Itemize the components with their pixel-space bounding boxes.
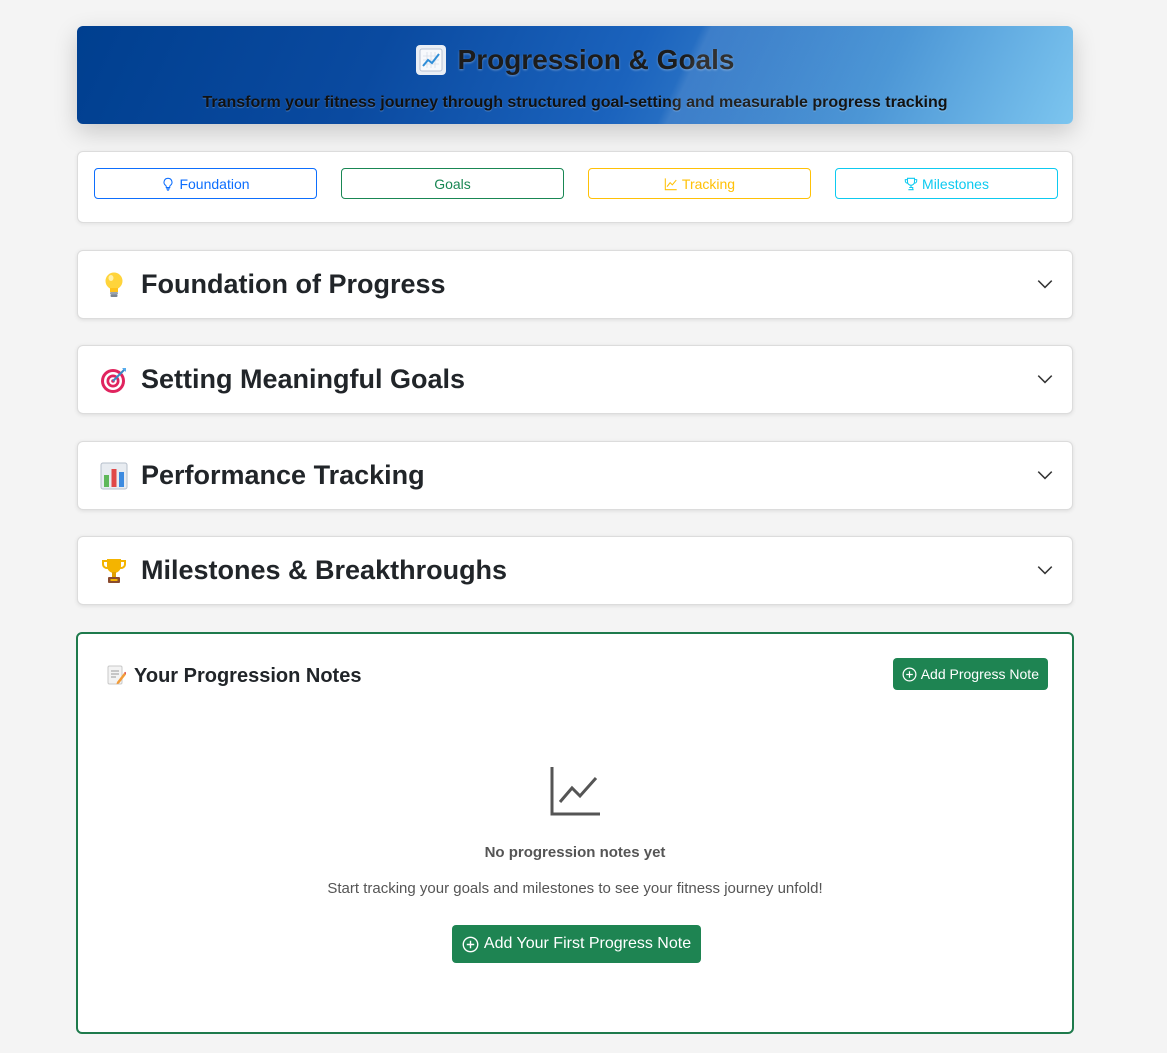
- plus-circle-icon: [902, 667, 917, 681]
- empty-state-title: No progression notes yet: [484, 844, 666, 861]
- chart-increasing-icon: [415, 45, 446, 75]
- chevron-down-icon: [1037, 280, 1053, 289]
- light-bulb-icon: [100, 271, 128, 299]
- accordion-title: Foundation of Progress: [141, 269, 446, 299]
- hero-title-row: Progression & Goals: [77, 44, 1073, 76]
- direct-hit-icon: [100, 366, 128, 394]
- accordion-milestones[interactable]: Milestones & Breakthroughs: [77, 536, 1073, 605]
- page-title: Progression & Goals: [457, 44, 735, 75]
- trophy-icon: [904, 177, 918, 190]
- memo-icon: [107, 665, 126, 685]
- graph-up-icon: [550, 767, 600, 816]
- accordion-title: Performance Tracking: [141, 460, 425, 490]
- nav-button-goals[interactable]: Goals: [341, 168, 564, 199]
- chevron-down-icon: [1037, 471, 1053, 480]
- bar-chart-icon: [100, 462, 128, 490]
- graph-up-icon: [664, 177, 677, 190]
- lightbulb-icon: [164, 177, 173, 191]
- accordion-tracking[interactable]: Performance Tracking: [77, 441, 1073, 510]
- nav-button-label: Foundation: [179, 175, 250, 192]
- hero-banner: Progression & Goals Transform your fitne…: [77, 26, 1073, 124]
- nav-button-label: Milestones: [922, 175, 989, 192]
- add-first-progress-note-label: Add Your First Progress Note: [483, 935, 692, 952]
- accordion-foundation[interactable]: Foundation of Progress: [77, 250, 1073, 319]
- trophy-icon: [100, 557, 128, 585]
- add-progress-note-label: Add Progress Note: [920, 666, 1039, 682]
- nav-button-label: Tracking: [681, 175, 736, 192]
- accordion-goals[interactable]: Setting Meaningful Goals: [77, 345, 1073, 414]
- plus-circle-icon: [462, 936, 479, 952]
- add-first-progress-note-button[interactable]: Add Your First Progress Note: [452, 925, 701, 963]
- accordion-title: Milestones & Breakthroughs: [141, 555, 508, 585]
- chevron-down-icon: [1037, 566, 1053, 575]
- chevron-down-icon: [1037, 375, 1053, 384]
- empty-state-subtitle: Start tracking your goals and milestones…: [327, 880, 823, 897]
- accordion-title: Setting Meaningful Goals: [141, 364, 466, 394]
- add-progress-note-button[interactable]: Add Progress Note: [892, 658, 1048, 690]
- progression-notes-card: Your Progression Notes Add Progress Note…: [76, 632, 1074, 1034]
- nav-button-label: Goals: [434, 175, 471, 192]
- hero-subtitle: Transform your fitness journey through s…: [202, 94, 948, 111]
- notes-title: Your Progression Notes: [134, 665, 362, 687]
- nav-button-milestones[interactable]: Milestones: [835, 168, 1058, 199]
- nav-button-tracking[interactable]: Tracking: [588, 168, 811, 199]
- section-nav: Foundation Goals Tracking Milestones: [77, 151, 1073, 223]
- page: Progression & Goals Transform your fitne…: [0, 0, 1167, 1053]
- nav-button-foundation[interactable]: Foundation: [94, 168, 317, 199]
